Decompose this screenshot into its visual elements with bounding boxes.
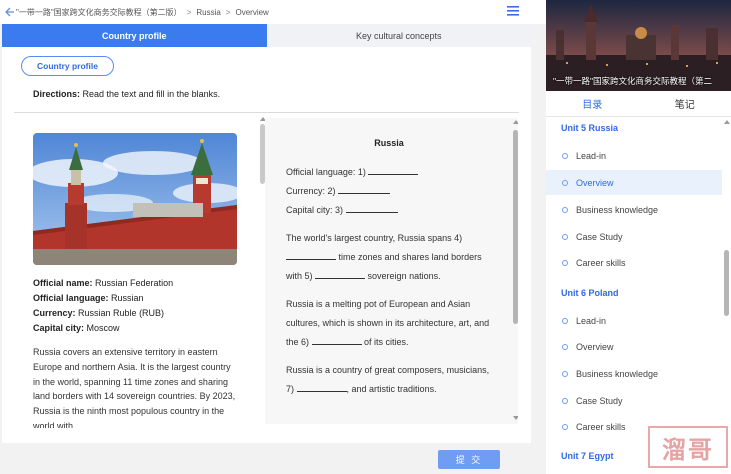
toc-item-business-knowledge[interactable]: Business knowledge	[546, 197, 722, 222]
breadcrumb-separator: >	[225, 7, 231, 17]
exercise-line-currency: Currency: 2)	[286, 182, 496, 201]
circle-icon	[562, 397, 568, 404]
country-description: Russia covers an extensive territory in …	[33, 347, 236, 428]
toc-item-business-knowledge[interactable]: Business knowledge	[546, 361, 722, 386]
app-root: "一带一路"国家跨文化商务交际教程（第二版） > Russia > Overvi…	[0, 0, 731, 474]
exercise-paragraph-3: Russia is a country of great composers, …	[286, 365, 490, 394]
submit-button[interactable]: 提 交	[438, 450, 500, 469]
reading-column[interactable]: Official name: Russian Federation Offici…	[14, 118, 248, 428]
circle-icon	[562, 370, 568, 377]
directions-label: Directions:	[33, 89, 81, 99]
watermark-stamp: 溜哥	[648, 426, 728, 468]
country-profile-pill-button[interactable]: Country profile	[21, 56, 114, 76]
toc-item-overview[interactable]: Overview	[546, 334, 722, 359]
toc-item-case-study[interactable]: Case Study	[546, 224, 722, 249]
unit-title-poland[interactable]: Unit 6 Poland	[561, 288, 619, 298]
circle-icon	[562, 343, 568, 350]
toc-item-career-skills[interactable]: Career skills	[546, 250, 722, 275]
blank-5[interactable]	[315, 268, 366, 279]
directions: Directions: Read the text and fill in th…	[33, 89, 220, 99]
kremlin-photo	[33, 133, 237, 265]
toc-item-overview[interactable]: Overview	[546, 170, 722, 195]
fact-official-name: Official name: Russian Federation	[33, 278, 174, 288]
toc-item-case-study[interactable]: Case Study	[546, 388, 722, 413]
top-bar: "一带一路"国家跨文化商务交际教程（第二版） > Russia > Overvi…	[0, 0, 546, 24]
fact-official-language: Official language: Russian	[33, 293, 144, 303]
content-tabs: Country profile Key cultural concepts	[2, 24, 531, 47]
exercise-column[interactable]: Russia Official language: 1) Currency: 2…	[265, 118, 518, 424]
circle-icon	[562, 259, 568, 266]
toc-item-lead-in[interactable]: Lead-in	[546, 308, 722, 333]
sidebar-scroll-up-icon[interactable]	[724, 120, 730, 124]
exercise-scroll-down-icon[interactable]	[513, 416, 518, 420]
directions-text: Read the text and fill in the blanks.	[82, 89, 221, 99]
breadcrumb-unit[interactable]: Russia	[196, 8, 220, 17]
country-facts: Official name: Russian Federation Offici…	[33, 276, 173, 336]
toc-item-lead-in[interactable]: Lead-in	[546, 143, 722, 168]
exercise-paragraph-1: The world's largest country, Russia span…	[286, 233, 482, 281]
circle-icon	[562, 317, 568, 324]
unit-title-russia[interactable]: Unit 5 Russia	[561, 123, 618, 133]
sidebar: "一带一路"国家跨文化商务交际教程（第二 目录 笔记 Unit 5 Russia…	[546, 0, 731, 474]
blank-2[interactable]	[338, 183, 391, 194]
cover-title: "一带一路"国家跨文化商务交际教程（第二	[553, 76, 713, 86]
table-of-contents[interactable]: Unit 5 Russia Lead-in Overview Business …	[546, 117, 722, 474]
blank-6[interactable]	[311, 334, 362, 345]
exercise-scroll-up-icon[interactable]	[513, 120, 518, 124]
content-panel: Country profile Key cultural concepts Co…	[2, 24, 531, 443]
tab-key-cultural-concepts[interactable]: Key cultural concepts	[266, 24, 531, 47]
exercise-text: Official language: 1) Currency: 2) Capit…	[286, 163, 496, 408]
circle-icon	[562, 206, 568, 213]
fact-capital-city: Capital city: Moscow	[33, 323, 120, 333]
sidebar-scrollbar[interactable]	[724, 250, 729, 316]
exercise-line-language: Official language: 1)	[286, 163, 496, 182]
tab-contents[interactable]: 目录	[546, 91, 639, 116]
circle-icon	[562, 179, 568, 186]
exercise-paragraph-2: Russia is a melting pot of European and …	[286, 299, 490, 347]
blank-1[interactable]	[368, 164, 419, 175]
breadcrumb-course[interactable]: "一带一路"国家跨文化商务交际教程（第二版）	[16, 7, 182, 18]
exercise-title: Russia	[374, 138, 404, 148]
sidebar-tabs: 目录 笔记	[546, 91, 731, 117]
circle-icon	[562, 423, 568, 430]
back-arrow-icon[interactable]	[2, 5, 16, 19]
breadcrumb-separator: >	[186, 7, 192, 17]
tab-country-profile[interactable]: Country profile	[2, 24, 267, 47]
circle-icon	[562, 233, 568, 240]
tab-notes[interactable]: 笔记	[639, 91, 731, 116]
unit-title-egypt[interactable]: Unit 7 Egypt	[561, 451, 614, 461]
divider	[14, 112, 519, 113]
breadcrumb-section: Overview	[235, 7, 269, 17]
hamburger-menu-icon[interactable]	[506, 4, 520, 18]
blank-4[interactable]	[286, 249, 336, 260]
course-cover-image: "一带一路"国家跨文化商务交际教程（第二	[546, 0, 731, 91]
circle-icon	[562, 152, 568, 159]
exercise-scrollbar[interactable]	[513, 130, 518, 324]
blank-3[interactable]	[345, 202, 398, 213]
blank-7[interactable]	[296, 381, 347, 392]
fact-currency: Currency: Russian Ruble (RUB)	[33, 308, 165, 318]
exercise-line-capital: Capital city: 3)	[286, 201, 496, 220]
